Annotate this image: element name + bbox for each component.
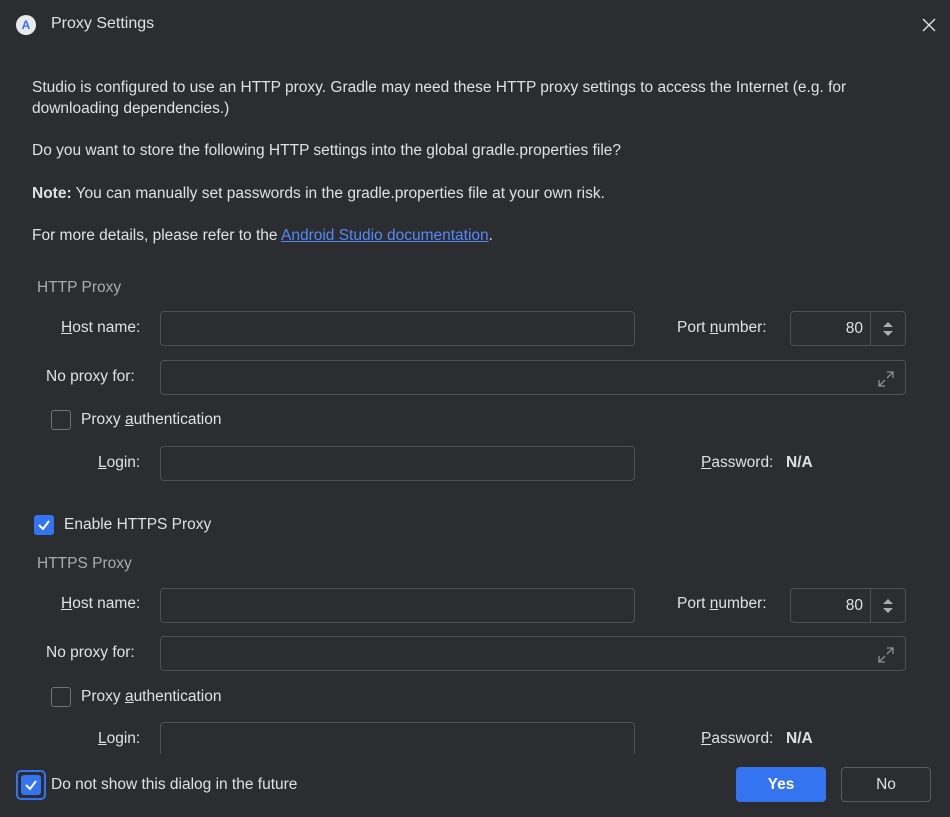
dialog-title: Proxy Settings <box>51 15 155 32</box>
http-no-proxy-input[interactable] <box>160 360 906 395</box>
dont-show-again-checkbox[interactable] <box>21 775 41 795</box>
http-login-label: Login: <box>98 454 141 471</box>
description-line-2: downloading dependencies.) <box>32 100 230 117</box>
close-icon <box>922 18 936 32</box>
proxy-settings-dialog: A Proxy Settings Studio is configured to… <box>0 0 950 817</box>
spinner-arrows-icon <box>883 598 893 613</box>
details-suffix: . <box>488 227 493 244</box>
https-no-proxy-input[interactable] <box>160 636 906 671</box>
https-port-spinner-arrows[interactable] <box>870 589 905 622</box>
http-port-value: 80 <box>845 320 863 337</box>
https-port-spinner[interactable]: 80 <box>790 588 906 623</box>
note-body: You can manually set passwords in the gr… <box>71 185 605 202</box>
http-host-label: Host name: <box>61 319 141 336</box>
expand-icon[interactable] <box>877 370 895 388</box>
https-no-proxy-label: No proxy for: <box>46 644 135 661</box>
https-login-input[interactable] <box>160 722 635 754</box>
https-host-label: Host name: <box>61 595 141 612</box>
details-text: For more details, please refer to the An… <box>32 225 493 246</box>
https-proxy-auth-label: Proxy authentication <box>81 688 222 705</box>
question-text: Do you want to store the following HTTP … <box>32 142 622 159</box>
check-icon <box>38 520 50 531</box>
https-login-label: Login: <box>98 730 141 747</box>
expand-icon[interactable] <box>877 646 895 664</box>
http-host-input[interactable] <box>160 311 635 346</box>
note-text: Note: You can manually set passwords in … <box>32 183 605 204</box>
yes-button[interactable]: Yes <box>736 767 826 802</box>
http-proxy-auth-label: Proxy authentication <box>81 411 222 428</box>
no-button[interactable]: No <box>841 767 931 802</box>
http-login-input[interactable] <box>160 446 635 481</box>
https-password-value: N/A <box>786 730 813 747</box>
dont-show-again-label: Do not show this dialog in the future <box>51 776 298 793</box>
android-studio-icon: A <box>16 15 36 35</box>
http-port-spinner[interactable]: 80 <box>790 311 906 346</box>
details-prefix: For more details, please refer to the <box>32 227 281 244</box>
enable-https-checkbox[interactable] <box>34 515 54 535</box>
close-button[interactable] <box>914 12 944 38</box>
http-no-proxy-label: No proxy for: <box>46 368 135 385</box>
spinner-arrows-icon <box>883 321 893 336</box>
https-port-value: 80 <box>845 597 863 614</box>
title-bar: A Proxy Settings <box>0 0 950 50</box>
http-proxy-auth-checkbox[interactable] <box>51 410 71 430</box>
https-proxy-auth-checkbox[interactable] <box>51 687 71 707</box>
https-password-label: Password: <box>701 730 774 747</box>
http-port-label: Port number: <box>677 319 767 336</box>
documentation-link[interactable]: Android Studio documentation <box>281 227 489 244</box>
http-password-value: N/A <box>786 454 813 471</box>
http-port-spinner-arrows[interactable] <box>870 312 905 345</box>
https-host-input[interactable] <box>160 588 635 623</box>
https-port-label: Port number: <box>677 595 767 612</box>
note-bold: Note: <box>32 185 72 202</box>
https-proxy-section-title: HTTPS Proxy <box>37 555 132 572</box>
check-icon <box>25 780 37 791</box>
http-proxy-section-title: HTTP Proxy <box>37 279 122 296</box>
http-password-label: Password: <box>701 454 774 471</box>
description-line-1: Studio is configured to use an HTTP prox… <box>32 79 847 96</box>
enable-https-label: Enable HTTPS Proxy <box>64 516 212 533</box>
